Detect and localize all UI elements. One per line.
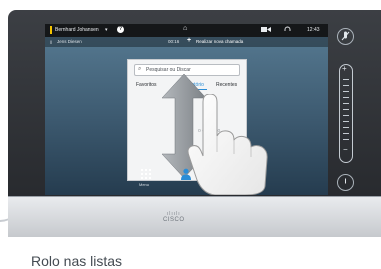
tab-favorites[interactable]: Favoritos xyxy=(136,82,157,88)
question-icon[interactable]: ? xyxy=(117,26,124,33)
touch-screen: Bernhard Johansen ▾ ? ⌂ 12:43 || Jens Di… xyxy=(45,24,328,195)
tab-recents[interactable]: Recentes xyxy=(216,82,237,88)
volume-slider[interactable]: + − xyxy=(339,64,353,163)
power-icon[interactable] xyxy=(337,174,354,191)
cisco-logo: ılıılı CISCO xyxy=(163,211,185,223)
hand-gesture-icon xyxy=(187,94,268,195)
search-placeholder: Pesquisar ou Discar xyxy=(146,67,191,73)
new-call-button[interactable]: Realizar nova chamada xyxy=(196,39,243,44)
plus-icon[interactable]: + xyxy=(187,37,191,44)
camera-icon[interactable] xyxy=(261,26,271,35)
chevron-down-icon[interactable]: ▾ xyxy=(105,27,108,33)
call-duration: 00:16 xyxy=(168,39,180,44)
search-icon: ⌕ xyxy=(138,66,142,72)
home-icon[interactable]: ⌂ xyxy=(183,25,187,32)
side-controls: + − xyxy=(332,24,362,195)
plus-icon[interactable]: + xyxy=(342,64,347,73)
call-bar: || Jens Diesen 00:16 + Realizar nova cha… xyxy=(45,37,328,47)
device-bezel xyxy=(8,196,381,237)
user-marker xyxy=(50,26,52,34)
user-name[interactable]: Bernhard Johansen xyxy=(55,27,99,33)
pause-icon: || xyxy=(50,39,53,44)
clock: 12:43 xyxy=(307,27,320,33)
status-bar: Bernhard Johansen ▾ ? ⌂ 12:43 xyxy=(45,24,328,37)
call-participant[interactable]: Jens Diesen xyxy=(57,39,82,44)
headset-icon[interactable] xyxy=(284,26,291,35)
grid-icon[interactable] xyxy=(141,169,151,179)
menu-label: Menu xyxy=(139,182,150,187)
minus-icon[interactable]: − xyxy=(343,145,348,154)
mute-icon[interactable] xyxy=(337,28,354,45)
